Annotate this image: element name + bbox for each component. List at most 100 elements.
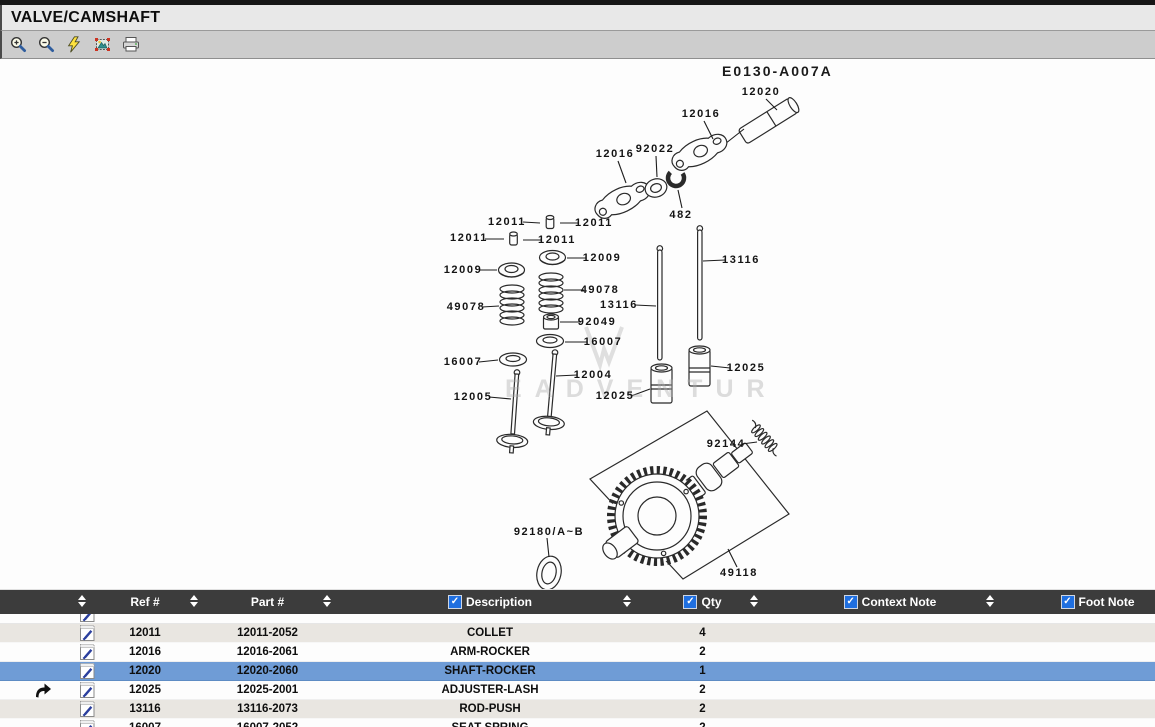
qty-column-header: ✓ Qty [660,590,745,614]
part-number: 12025-2001 [215,681,320,699]
quantity: 2 [660,681,745,699]
parts-fiche-screen: VALVE/CAMSHAFT [0,0,1155,727]
sort-description-icon[interactable] [623,595,631,607]
ref-number: 16007 [110,719,180,727]
note-edit-icon[interactable] [70,624,104,642]
description-checkbox[interactable]: ✓ [448,595,462,609]
part-description: ADJUSTER-LASH [345,681,635,699]
ref-number: 13116 [110,700,180,718]
part-number: 13116-2073 [215,700,320,718]
context-note-checkbox[interactable]: ✓ [844,595,858,609]
part-label[interactable]: 92049 [578,316,617,328]
part-label[interactable]: 49078 [581,284,620,296]
part-label[interactable]: 12016 [596,148,635,160]
rocker-arm-12016 [668,130,732,175]
zoom-out-button[interactable] [35,33,58,56]
table-row[interactable]: 12020 12020-2060 SHAFT-ROCKER 1 [0,662,1155,681]
part-label[interactable]: 92022 [636,143,675,155]
cam-gear [600,470,703,562]
image-select-button[interactable] [91,33,114,56]
quantity: 2 [660,700,745,718]
partial-row[interactable] [0,614,1155,624]
part-description: SHAFT-ROCKER [345,662,635,680]
part-label[interactable]: 12009 [583,252,622,264]
diagram-area: EADVENTUR E0130-A007A 120201201612016920… [0,59,1155,589]
qty-checkbox[interactable]: ✓ [683,595,697,609]
part-description: ROD-PUSH [345,700,635,718]
image-marquee-icon [94,36,111,53]
note-edit-icon[interactable] [70,719,104,727]
part-label[interactable]: 12009 [444,264,483,276]
ref-number: 12011 [110,624,180,642]
context-note [790,681,990,699]
part-label[interactable]: 16007 [584,336,623,348]
foot-note [1040,700,1155,718]
part-number: 16007-2052 [215,719,320,727]
table-header: Ref # Part # ✓ Description ✓ Qty ✓ Conte… [0,589,1155,614]
part-number: 12016-2061 [215,643,320,661]
part-label[interactable]: 49118 [720,567,758,579]
table-row[interactable]: 16007 16007-2052 SEAT-SPRING 2 [0,719,1155,727]
part-label[interactable]: 13116 [722,254,760,266]
ref-column-header: Ref # [110,590,180,614]
quantity: 2 [660,643,745,661]
quick-view-button[interactable] [63,33,86,56]
zoom-in-button[interactable] [7,33,30,56]
table-row[interactable]: 13116 13116-2073 ROD-PUSH 2 [0,700,1155,719]
part-label[interactable]: 49078 [447,301,486,313]
part-label[interactable]: 12011 [488,216,526,228]
sort-ref-icon[interactable] [190,595,198,607]
sort-qty-icon[interactable] [750,595,758,607]
sort-part-icon[interactable] [323,595,331,607]
ref-number: 12025 [110,681,180,699]
part-description: COLLET [345,624,635,642]
part-label[interactable]: 12011 [575,217,613,229]
page-title: VALVE/CAMSHAFT [11,9,160,27]
part-description: ARM-ROCKER [345,643,635,661]
note-edit-icon[interactable] [70,643,104,661]
part-label[interactable]: 12025 [596,390,635,402]
part-label[interactable]: 12016 [682,108,721,120]
description-column-header: ✓ Description [345,590,635,614]
part-label[interactable]: 12011 [450,232,488,244]
context-note [790,662,990,680]
push-rod-13116 [657,226,703,360]
table-row[interactable]: 12011 12011-2052 COLLET 4 [0,624,1155,643]
watermark-text: EADVENTUR [505,375,778,404]
part-label[interactable]: 92180/A~B [514,526,584,538]
table-body: 12011 12011-2052 COLLET 4 12016 [0,624,1155,727]
quantity: 2 [660,719,745,727]
ref-number: 12016 [110,643,180,661]
note-edit-icon[interactable] [70,681,104,699]
printer-icon [122,36,140,53]
part-label[interactable]: 12020 [742,86,781,98]
note-edit-icon[interactable] [70,700,104,718]
foot-note [1040,643,1155,661]
guide-92049 [544,314,559,329]
print-button[interactable] [119,33,142,56]
part-label[interactable]: 12004 [574,369,613,381]
part-label[interactable]: 482 [669,209,692,221]
context-note [790,700,990,718]
table-row[interactable]: 12025 12025-2001 ADJUSTER-LASH 2 [0,681,1155,700]
quantity: 1 [660,662,745,680]
part-label[interactable]: 16007 [444,356,483,368]
part-number: 12020-2060 [215,662,320,680]
part-label[interactable]: 92144 [707,438,746,450]
context-note-column-header: ✓ Context Note [790,590,990,614]
sort-context-icon[interactable] [986,595,994,607]
note-edit-icon[interactable] [70,614,104,623]
table-row[interactable]: 12016 12016-2061 ARM-ROCKER 2 [0,643,1155,662]
foot-note-checkbox[interactable]: ✓ [1061,595,1075,609]
part-label[interactable]: 13116 [600,299,638,311]
rocker-arm-12016 [591,178,655,223]
context-note [790,624,990,642]
part-label[interactable]: 12005 [454,391,493,403]
quantity: 4 [660,624,745,642]
part-label[interactable]: 12011 [538,234,576,246]
oil-seal-92180 [534,554,565,589]
sort-control-icon[interactable] [78,595,86,607]
part-label[interactable]: 12025 [727,362,766,374]
foot-note [1040,719,1155,727]
note-edit-icon[interactable] [70,662,104,680]
